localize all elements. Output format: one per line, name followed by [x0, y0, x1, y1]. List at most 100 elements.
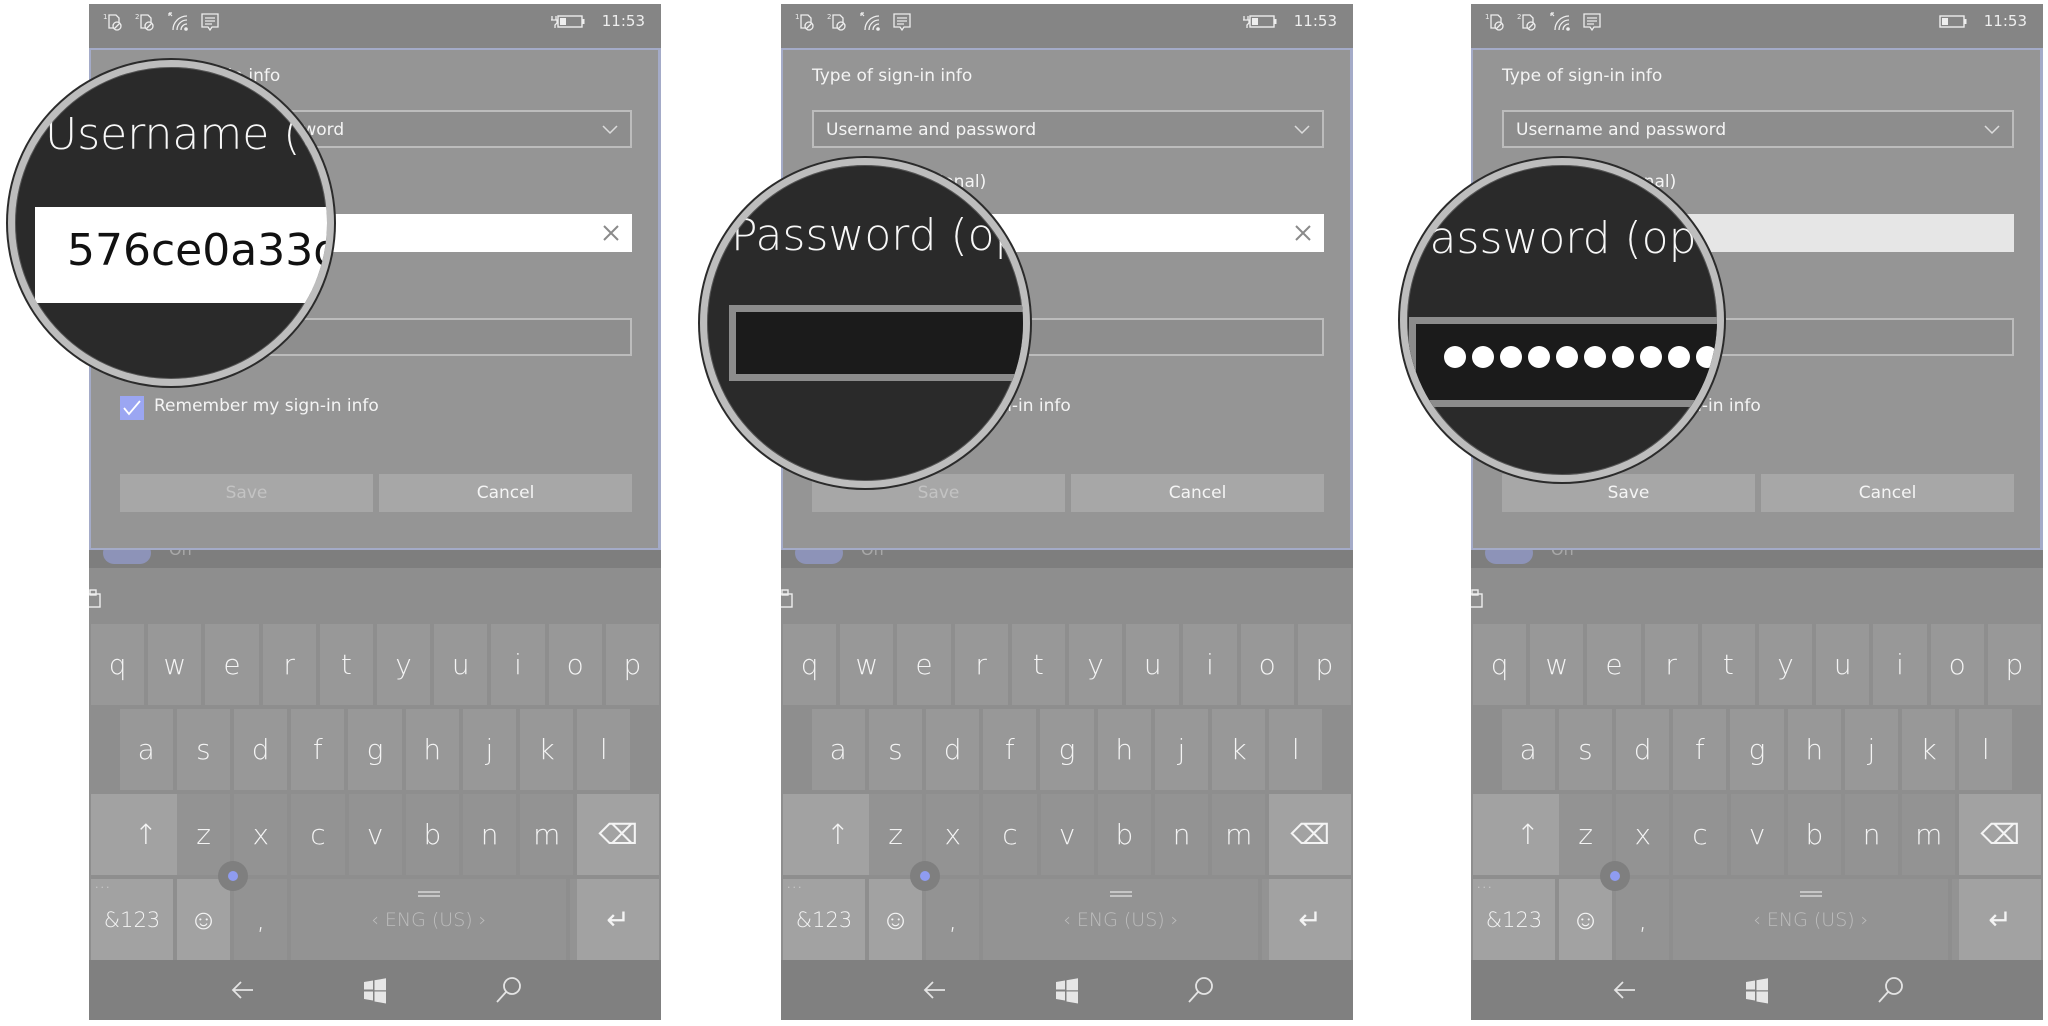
key-d[interactable]: d — [1616, 709, 1670, 790]
search-icon[interactable] — [493, 974, 525, 1006]
backspace-key[interactable]: ⌫ — [1959, 794, 2041, 875]
backspace-key[interactable]: ⌫ — [577, 794, 659, 875]
key-e[interactable]: e — [205, 624, 259, 705]
key-d[interactable]: d — [234, 709, 288, 790]
key-k[interactable]: k — [1212, 709, 1266, 790]
emoji-key[interactable]: ☺ — [1559, 879, 1613, 960]
key-j[interactable]: j — [462, 709, 516, 790]
key-w[interactable]: w — [1530, 624, 1584, 705]
key-f[interactable]: f — [291, 709, 345, 790]
clipboard-icon[interactable] — [1471, 588, 1483, 608]
cancel-button[interactable]: Cancel — [379, 474, 632, 512]
key-q[interactable]: q — [91, 624, 145, 705]
key-z[interactable]: z — [1559, 794, 1613, 875]
key-b[interactable]: b — [405, 794, 459, 875]
key-t[interactable]: t — [1701, 624, 1755, 705]
key-r[interactable]: r — [954, 624, 1008, 705]
back-arrow-icon[interactable] — [919, 974, 951, 1006]
key-b[interactable]: b — [1097, 794, 1151, 875]
key-a[interactable]: a — [811, 709, 865, 790]
key-x[interactable]: x — [234, 794, 288, 875]
key-m[interactable]: m — [520, 794, 574, 875]
key-c[interactable]: c — [291, 794, 345, 875]
key-j[interactable]: j — [1154, 709, 1208, 790]
key-r[interactable]: r — [1644, 624, 1698, 705]
key-m[interactable]: m — [1902, 794, 1956, 875]
key-k[interactable]: k — [1902, 709, 1956, 790]
cancel-button[interactable]: Cancel — [1761, 474, 2014, 512]
key-r[interactable]: r — [262, 624, 316, 705]
key-t[interactable]: t — [1011, 624, 1065, 705]
key-a[interactable]: a — [119, 709, 173, 790]
key-l[interactable]: l — [577, 709, 631, 790]
key-k[interactable]: k — [520, 709, 574, 790]
key-x[interactable]: x — [926, 794, 980, 875]
key-y[interactable]: y — [1759, 624, 1813, 705]
emoji-key[interactable]: ☺ — [869, 879, 923, 960]
key-e[interactable]: e — [897, 624, 951, 705]
space-bar[interactable]: ‹ ENG (US) › — [983, 879, 1259, 960]
key-v[interactable]: v — [348, 794, 402, 875]
search-icon[interactable] — [1185, 974, 1217, 1006]
cursor-control-nub[interactable] — [218, 861, 248, 891]
enter-key[interactable]: ↵ — [1269, 879, 1351, 960]
key-l[interactable]: l — [1269, 709, 1323, 790]
key-u[interactable]: u — [1126, 624, 1180, 705]
cursor-control-nub[interactable] — [1600, 861, 1630, 891]
enter-key[interactable]: ↵ — [577, 879, 659, 960]
sign-in-type-dropdown[interactable]: Username and password — [812, 110, 1324, 148]
key-n[interactable]: n — [1155, 794, 1209, 875]
sign-in-type-dropdown[interactable]: Username and password — [1502, 110, 2014, 148]
key-i[interactable]: i — [1183, 624, 1237, 705]
clipboard-icon[interactable] — [89, 588, 101, 608]
back-arrow-icon[interactable] — [1609, 974, 1641, 1006]
key-o[interactable]: o — [1240, 624, 1294, 705]
key-u[interactable]: u — [434, 624, 488, 705]
emoji-key[interactable]: ☺ — [177, 879, 231, 960]
key-h[interactable]: h — [1097, 709, 1151, 790]
enter-key[interactable]: ↵ — [1959, 879, 2041, 960]
key-z[interactable]: z — [869, 794, 923, 875]
key-s[interactable]: s — [1558, 709, 1612, 790]
key-s[interactable]: s — [868, 709, 922, 790]
key-t[interactable]: t — [319, 624, 373, 705]
key-p[interactable]: p — [1987, 624, 2041, 705]
key-g[interactable]: g — [1040, 709, 1094, 790]
key-q[interactable]: q — [1473, 624, 1527, 705]
key-w[interactable]: w — [840, 624, 894, 705]
key-b[interactable]: b — [1787, 794, 1841, 875]
clear-text-icon[interactable] — [1292, 222, 1314, 244]
keyboard-drag-handle[interactable] — [1109, 891, 1132, 897]
keyboard-drag-handle[interactable] — [1799, 891, 1822, 897]
cancel-button[interactable]: Cancel — [1071, 474, 1324, 512]
key-y[interactable]: y — [377, 624, 431, 705]
key-c[interactable]: c — [983, 794, 1037, 875]
keyboard-drag-handle[interactable] — [417, 891, 440, 897]
key-v[interactable]: v — [1730, 794, 1784, 875]
clipboard-icon[interactable] — [781, 588, 793, 608]
key-h[interactable]: h — [1787, 709, 1841, 790]
key-i[interactable]: i — [1873, 624, 1927, 705]
key-y[interactable]: y — [1069, 624, 1123, 705]
cursor-control-nub[interactable] — [910, 861, 940, 891]
key-o[interactable]: o — [1930, 624, 1984, 705]
key-u[interactable]: u — [1816, 624, 1870, 705]
key-s[interactable]: s — [176, 709, 230, 790]
key-c[interactable]: c — [1673, 794, 1727, 875]
key-z[interactable]: z — [177, 794, 231, 875]
windows-start-icon[interactable] — [1051, 974, 1083, 1006]
space-bar[interactable]: ‹ ENG (US) › — [291, 879, 567, 960]
key-g[interactable]: g — [348, 709, 402, 790]
key-v[interactable]: v — [1040, 794, 1094, 875]
space-bar[interactable]: ‹ ENG (US) › — [1673, 879, 1949, 960]
key-a[interactable]: a — [1501, 709, 1555, 790]
comma-key[interactable]: , — [234, 879, 288, 960]
key-l[interactable]: l — [1959, 709, 2013, 790]
key-q[interactable]: q — [783, 624, 837, 705]
key-n[interactable]: n — [463, 794, 517, 875]
key-e[interactable]: e — [1587, 624, 1641, 705]
key-o[interactable]: o — [548, 624, 602, 705]
key-m[interactable]: m — [1212, 794, 1266, 875]
remember-checkbox[interactable] — [120, 396, 144, 420]
search-icon[interactable] — [1875, 974, 1907, 1006]
